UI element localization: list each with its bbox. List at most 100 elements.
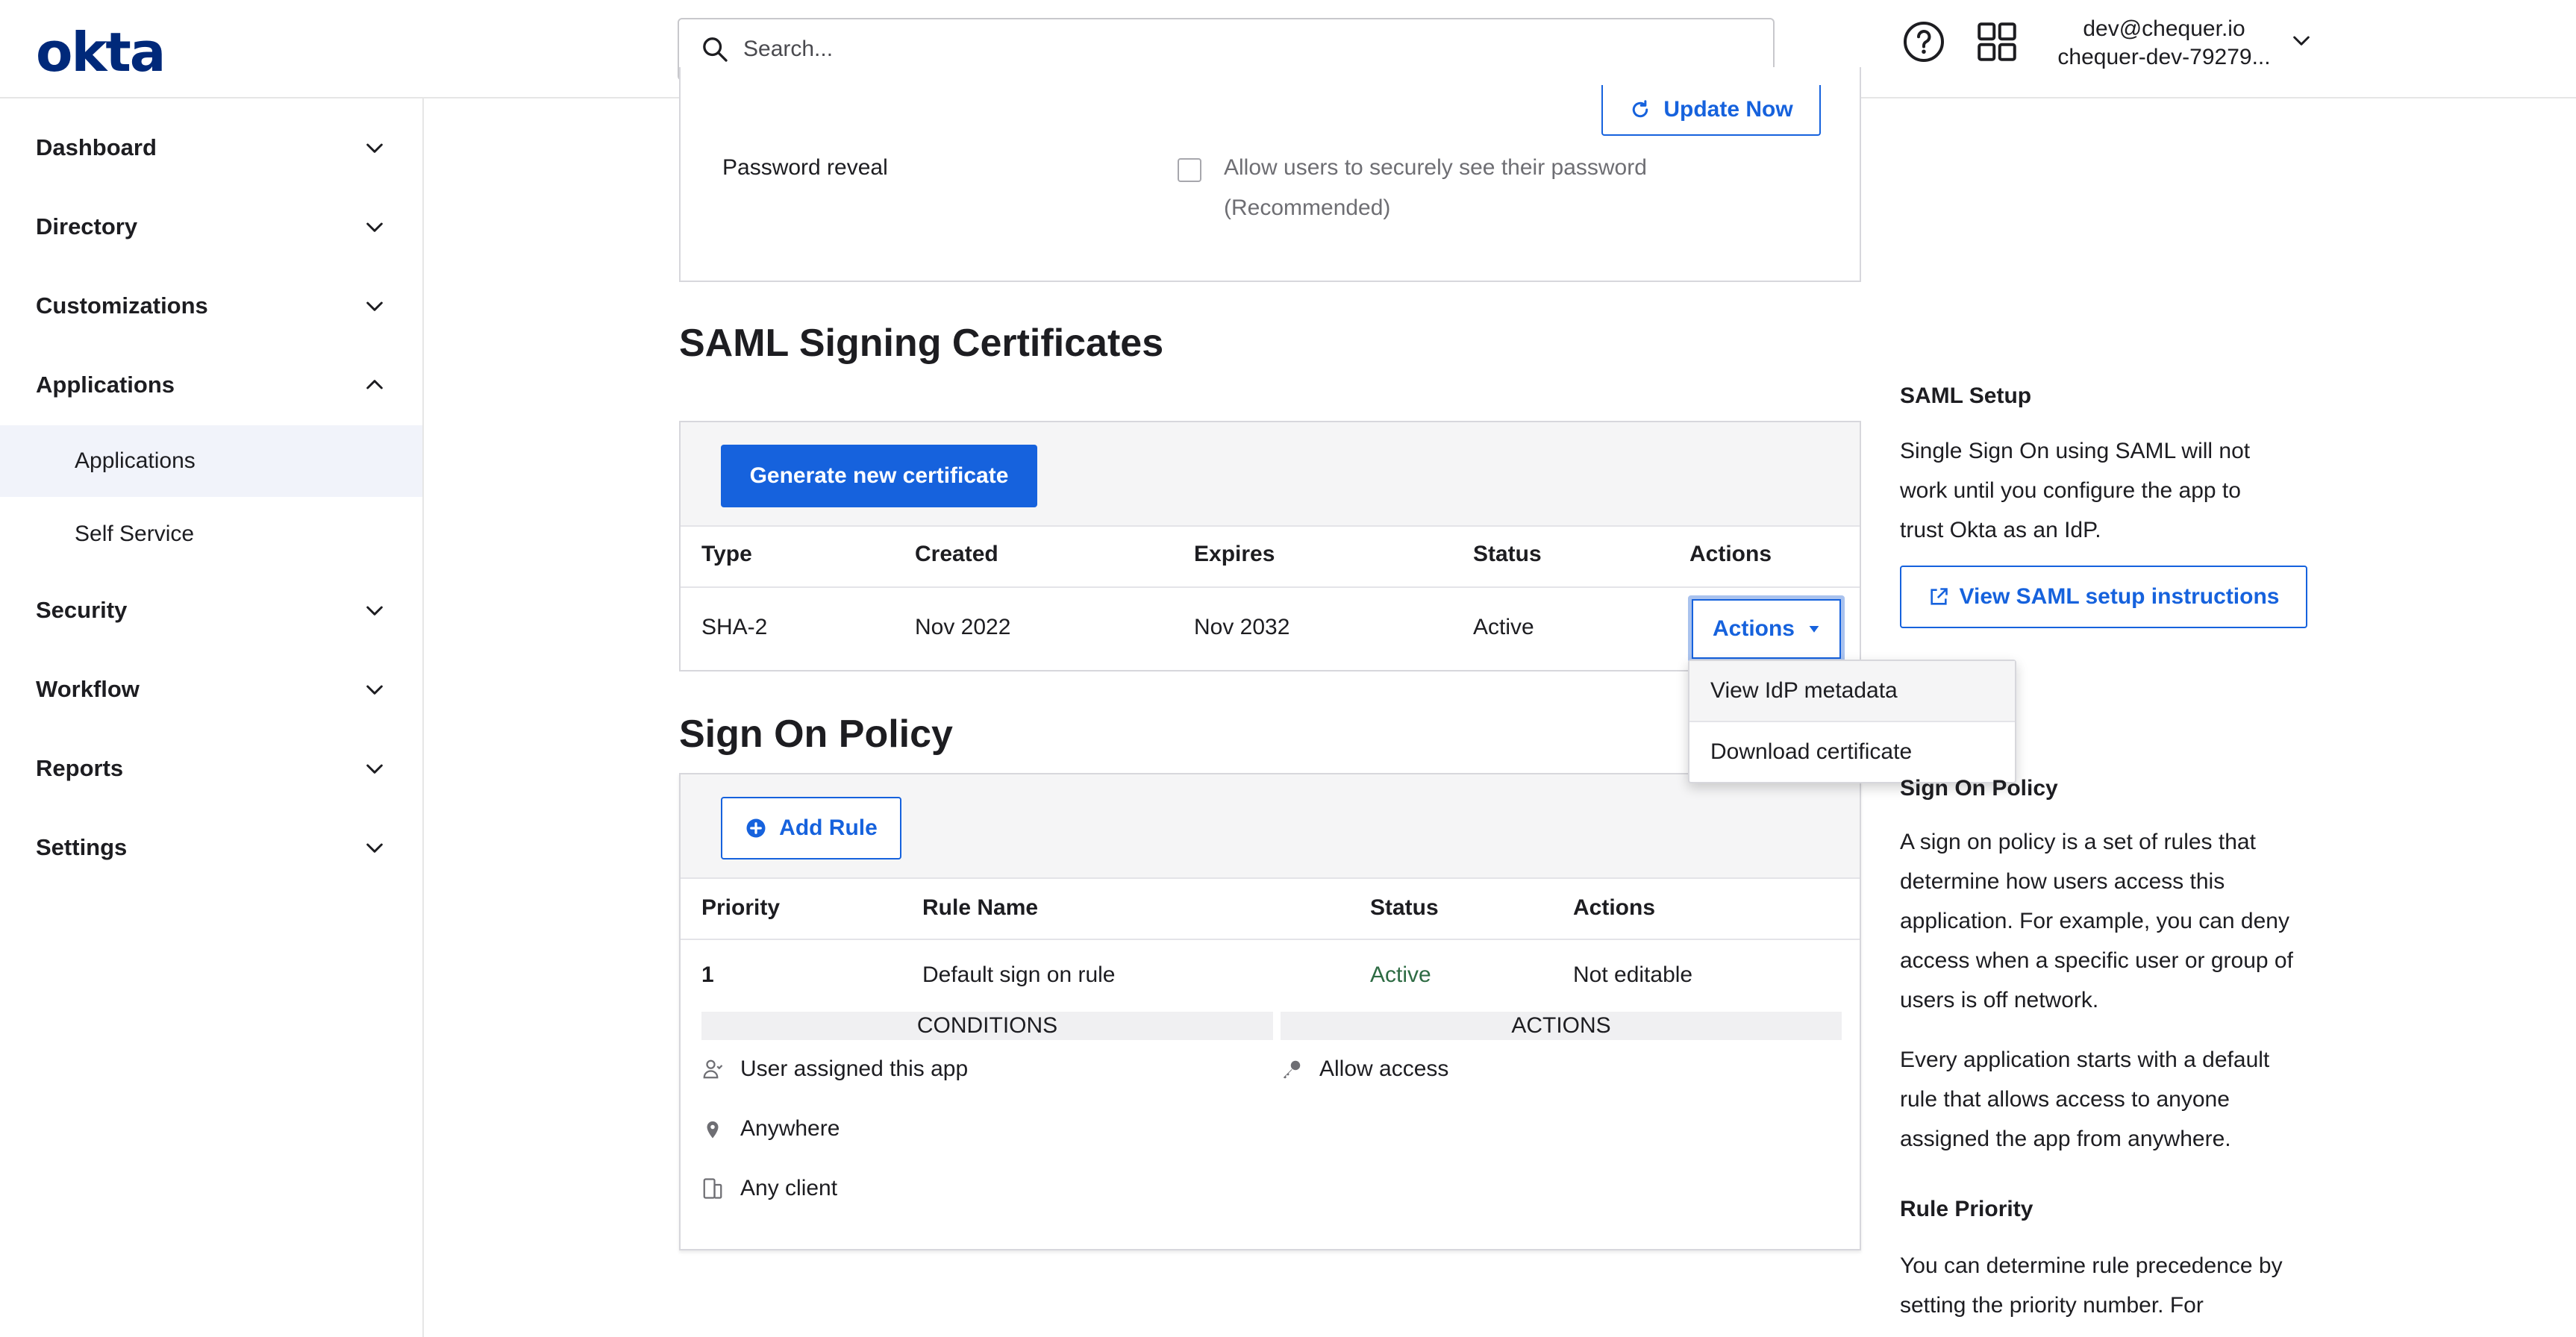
sidebar-item-label: Settings [36,834,128,860]
actions-dropdown-label: Actions [1712,616,1795,641]
rule-actions: Not editable [1573,962,1693,987]
add-rule-button[interactable]: Add Rule [721,797,901,860]
text-line: You can determine rule precedence by [1900,1253,2283,1278]
user-org: chequer-dev-79279... [2057,45,2271,69]
policy-help-text: A sign on policy is a set of rules that … [1900,822,2333,1020]
row-divider [681,586,1860,588]
view-saml-setup-button[interactable]: View SAML setup instructions [1900,566,2307,628]
sign-on-policy-title: Sign On Policy [679,713,953,756]
sidebar-item-label: Dashboard [36,134,157,160]
sidebar-item-directory[interactable]: Directory [0,191,422,263]
search-input[interactable] [743,37,1713,62]
caret-down-icon [1809,626,1819,633]
text-line: trust Okta as an IdP. [1900,518,2101,542]
actions-dropdown-button[interactable]: Actions [1688,595,1845,663]
sidebar-item-label: Directory [36,213,138,239]
text-line: rule that allows access to anyone [1900,1087,2230,1112]
view-saml-setup-label: View SAML setup instructions [1959,584,2280,609]
sidebar-item-label: Applications [36,372,175,398]
sidebar-item-label: Customizations [36,292,208,319]
password-reveal-option-note: (Recommended) [1224,195,1391,220]
location-pin-icon [707,1121,719,1139]
update-now-button[interactable]: Update Now [1601,85,1821,136]
chevron-down-icon [366,143,383,153]
password-reveal-checkbox[interactable] [1178,158,1201,182]
help-icon[interactable] [1901,19,1946,64]
app-settings-card: Update Now Password reveal Allow users t… [679,67,1861,282]
conditions-header: CONDITIONS [701,1012,1273,1040]
cert-type: SHA-2 [701,615,768,639]
rule-priority: 1 [701,962,714,987]
sidebar: Dashboard Directory Customizations Appli… [0,98,424,1337]
sidebar-subitem-self-service[interactable]: Self Service [0,498,422,570]
chevron-down-icon [366,222,383,232]
sign-on-policy-card: Add Rule Priority Rule Name Status Actio… [679,773,1861,1250]
column-header-created: Created [915,542,998,566]
condition-item: User assigned this app [740,1056,969,1081]
sidebar-item-reports[interactable]: Reports [0,733,422,804]
text-line: Every application starts with a default [1900,1048,2270,1072]
user-menu[interactable]: dev@chequer.io chequer-dev-79279... [2045,15,2283,72]
condition-item: Any client [740,1176,838,1200]
chevron-down-icon [366,685,383,695]
saml-certificates-title: SAML Signing Certificates [679,322,1164,365]
plus-circle-icon [746,818,766,838]
user-email: dev@chequer.io [2083,16,2245,41]
column-header-type: Type [701,542,752,566]
rule-name: Default sign on rule [922,962,1116,987]
sidebar-item-label: Security [36,597,128,623]
sidebar-item-security[interactable]: Security [0,574,422,646]
column-header-rule-name: Rule Name [922,895,1039,920]
saml-certificates-card: Generate new certificate Type Created Ex… [679,421,1861,671]
sidebar-item-settings[interactable]: Settings [0,812,422,883]
sidebar-item-label: Workflow [36,676,140,702]
sidebar-item-applications[interactable]: Applications [0,349,422,421]
menu-item-view-idp-metadata[interactable]: View IdP metadata [1689,661,2015,721]
app-grid-icon[interactable] [1975,19,2019,64]
condition-item: Anywhere [740,1116,840,1141]
text-line: setting the priority number. For [1900,1293,2204,1318]
rule-priority-text: You can determine rule precedence by set… [1900,1246,2333,1325]
policy-help-title: Sign On Policy [1900,776,2058,801]
cert-created: Nov 2022 [915,615,1011,639]
saml-setup-title: SAML Setup [1900,383,2032,408]
password-reveal-label: Password reveal [722,155,888,180]
text-line: A sign on policy is a set of rules that [1900,830,2256,854]
column-header-priority: Priority [701,895,781,920]
password-reveal-option-text: Allow users to securely see their passwo… [1224,155,1647,180]
update-now-label: Update Now [1663,97,1793,122]
sidebar-item-workflow[interactable]: Workflow [0,654,422,725]
chevron-down-icon[interactable] [2289,28,2313,52]
sidebar-item-label: Applications [75,448,196,473]
sidebar-item-label: Reports [36,755,124,781]
rule-priority-title: Rule Priority [1900,1197,2033,1221]
key-icon [1283,1060,1301,1079]
sidebar-item-customizations[interactable]: Customizations [0,270,422,342]
add-rule-label: Add Rule [779,815,878,840]
column-header-status: Status [1473,542,1542,566]
text-line: users is off network. [1900,988,2099,1012]
user-icon [703,1059,723,1079]
column-header-expires: Expires [1194,542,1275,566]
menu-item-download-certificate[interactable]: Download certificate [1689,722,2015,782]
sidebar-subitem-applications[interactable]: Applications [0,425,422,497]
chevron-down-icon [366,606,383,616]
text-line: Single Sign On using SAML will not [1900,439,2251,463]
chevron-down-icon [366,301,383,311]
sidebar-item-dashboard[interactable]: Dashboard [0,112,422,184]
action-item: Allow access [1319,1056,1449,1081]
saml-setup-text: Single Sign On using SAML will not work … [1900,431,2333,550]
cert-status: Active [1473,615,1534,639]
chevron-down-icon [366,764,383,774]
row-divider [681,939,1860,940]
chevron-down-icon [366,843,383,853]
okta-logo[interactable]: okta [36,21,166,84]
sidebar-item-label: Self Service [75,522,195,546]
text-line: determine how users access this [1900,869,2225,894]
generate-certificate-button[interactable]: Generate new certificate [721,445,1037,507]
text-line: work until you configure the app to [1900,478,2241,503]
search-icon [703,37,728,62]
rule-status: Active [1370,962,1431,987]
external-link-icon [1930,588,1948,605]
actions-header: ACTIONS [1281,1012,1842,1040]
